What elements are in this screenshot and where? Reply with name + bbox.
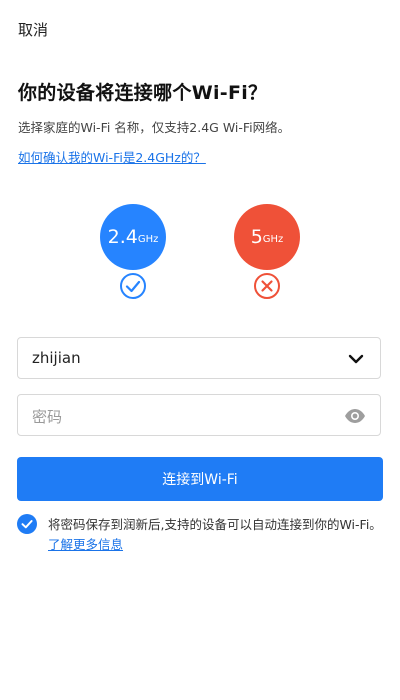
band-2-4ghz-unit: GHz (137, 233, 159, 245)
consent-message: 将密码保存到润新后,支持的设备可以自动连接到你的Wi-Fi。 (48, 517, 382, 532)
check-circle-icon (120, 273, 146, 299)
band-5ghz-value: 5 (250, 226, 263, 248)
wifi-ssid-value: zhijian (32, 349, 81, 367)
checkmark-icon (21, 520, 33, 529)
band-2-4ghz-badge: 2.4 GHz (100, 204, 166, 270)
x-circle-icon (254, 273, 280, 299)
connect-wifi-button[interactable]: 连接到Wi-Fi (17, 457, 383, 501)
page-title: 你的设备将连接哪个Wi-Fi？ (18, 82, 268, 104)
help-link[interactable]: 如何确认我的Wi-Fi是2.4GHz的？ (18, 147, 206, 166)
page-subtitle: 选择家庭的Wi-Fi 名称，仅支持2.4G Wi-Fi网络。 (18, 120, 291, 135)
consent-checkbox[interactable] (17, 514, 37, 534)
band-2-4ghz-value: 2.4 (107, 226, 138, 248)
wifi-ssid-select[interactable]: zhijian (17, 337, 381, 379)
password-field[interactable]: 密码 (17, 394, 381, 436)
band-5ghz-unit: GHz (262, 233, 284, 245)
password-placeholder: 密码 (32, 408, 63, 426)
consent-text: 将密码保存到润新后,支持的设备可以自动连接到你的Wi-Fi。了解更多信息 (48, 515, 388, 555)
cancel-button[interactable]: 取消 (18, 19, 48, 40)
learn-more-link[interactable]: 了解更多信息 (48, 537, 123, 552)
eye-icon[interactable] (344, 407, 366, 425)
chevron-down-icon[interactable] (348, 351, 364, 367)
band-5ghz-badge: 5 GHz (234, 204, 300, 270)
